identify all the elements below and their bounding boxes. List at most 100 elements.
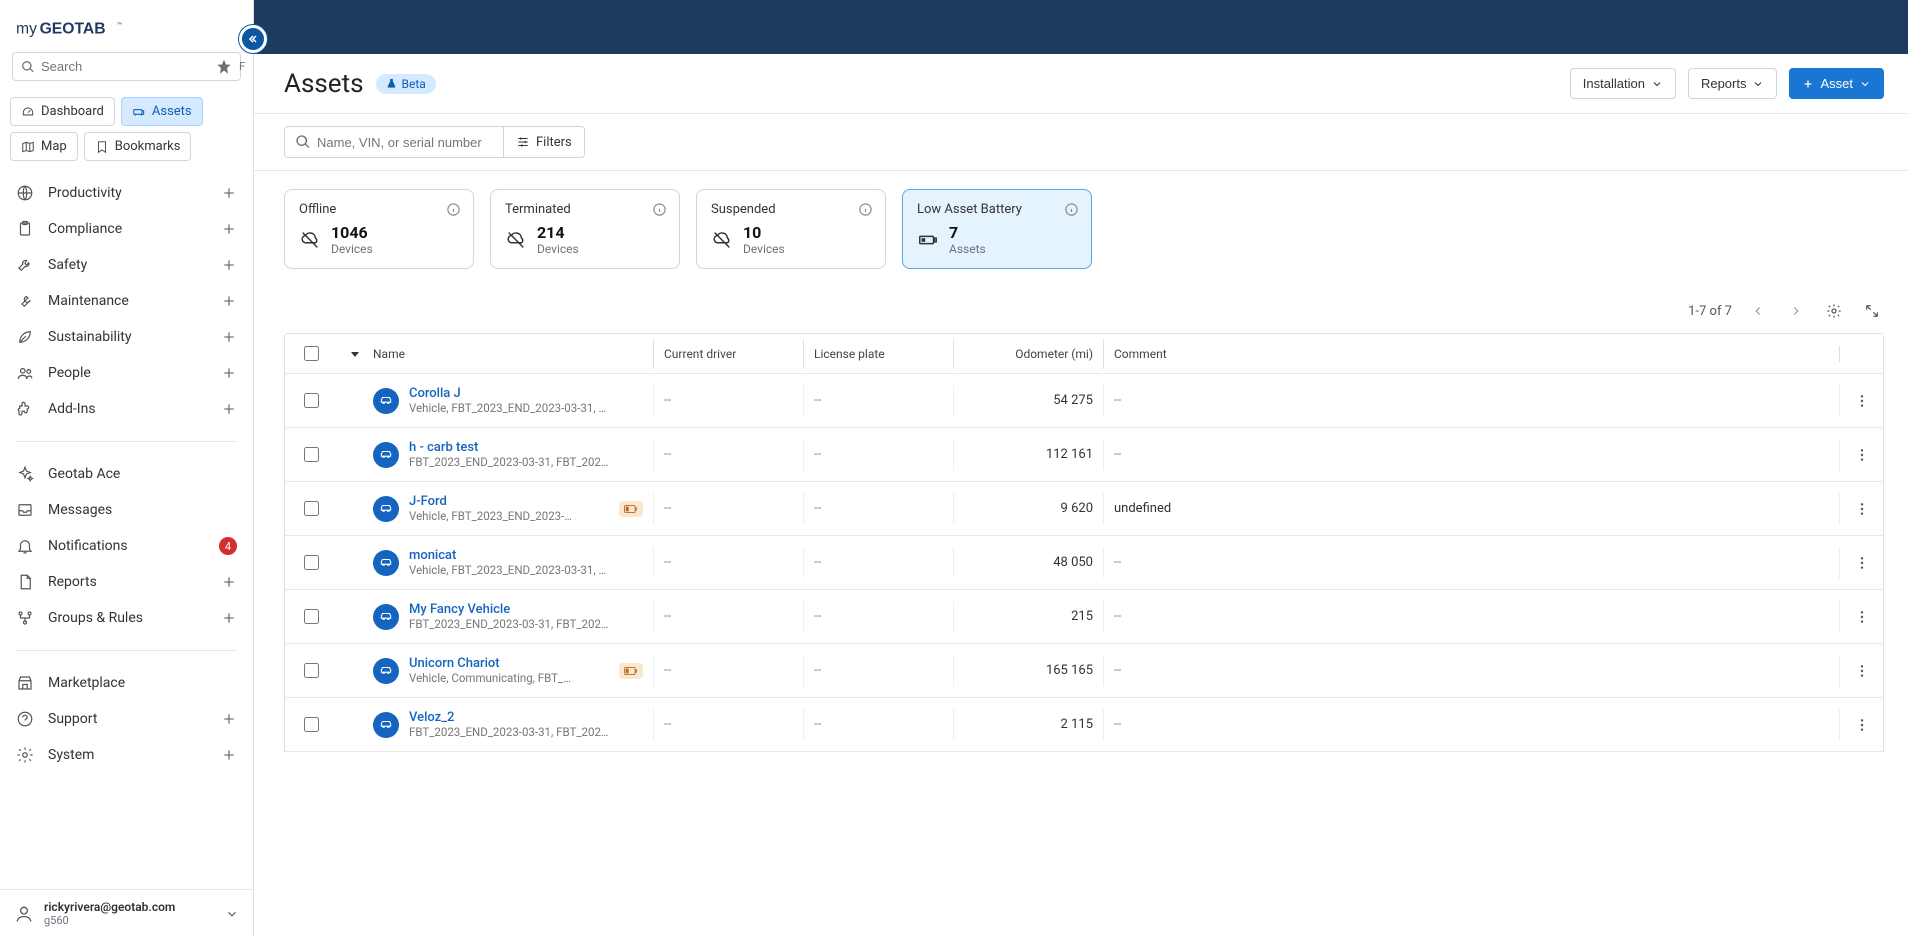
sidebar-item-messages[interactable]: Messages (0, 492, 253, 528)
assets-table: Name Current driver License plate Odomet… (284, 333, 1884, 752)
row-checkbox[interactable] (304, 663, 319, 678)
sidebar-item-sustainability[interactable]: Sustainability (0, 319, 253, 355)
plus-icon (221, 610, 237, 626)
sidebar-item-label: People (48, 365, 221, 381)
select-all-checkbox[interactable] (304, 346, 319, 361)
sidebar-item-system[interactable]: System (0, 737, 253, 773)
info-icon[interactable] (858, 202, 873, 217)
sidebar-item-add-ins[interactable]: Add-Ins (0, 391, 253, 427)
cell-odometer: 2 115 (1061, 717, 1093, 732)
asset-sub: Vehicle, FBT_2023_END_2023-… (409, 509, 605, 523)
asset-name-link[interactable]: My Fancy Vehicle (409, 602, 510, 617)
row-checkbox[interactable] (304, 609, 319, 624)
sidebar-collapse-button[interactable] (239, 25, 267, 53)
asset-name-link[interactable]: J-Ford (409, 494, 447, 509)
cell-odometer: 165 165 (1046, 663, 1093, 678)
table-row[interactable]: Veloz_2 FBT_2023_END_2023-03-31, FBT_202… (285, 698, 1884, 752)
sidebar-item-geotab-ace[interactable]: Geotab Ace (0, 456, 253, 492)
info-icon[interactable] (1064, 202, 1079, 217)
asset-name-link[interactable]: h - carb test (409, 440, 478, 455)
col-name-header[interactable]: Name (373, 347, 405, 361)
info-icon[interactable] (446, 202, 461, 217)
chevron-down-icon (225, 907, 239, 921)
user-info: rickyrivera@geotab.com g560 (44, 900, 215, 927)
col-odo-header[interactable]: Odometer (mi) (1015, 347, 1093, 361)
asset-name-link[interactable]: Corolla J (409, 386, 461, 401)
page-prev-button[interactable] (1746, 299, 1770, 323)
badge: 4 (219, 537, 237, 555)
row-checkbox[interactable] (304, 555, 319, 570)
asset-name-link[interactable]: Veloz_2 (409, 710, 454, 725)
sidebar-item-marketplace[interactable]: Marketplace (0, 665, 253, 701)
col-plate-header[interactable]: License plate (814, 347, 885, 361)
global-search-input[interactable] (41, 59, 217, 74)
sidebar-item-maintenance[interactable]: Maintenance (0, 283, 253, 319)
row-checkbox[interactable] (304, 501, 319, 516)
sidebar-item-label: Groups & Rules (48, 610, 221, 626)
expand-button[interactable] (1860, 299, 1884, 323)
tab-dashboard[interactable]: Dashboard (10, 97, 115, 126)
tab-assets[interactable]: Assets (121, 97, 203, 126)
tab-map[interactable]: Map (10, 132, 78, 161)
sidebar-item-label: Notifications (48, 538, 219, 554)
tab-label: Dashboard (41, 104, 104, 119)
row-actions-button[interactable] (1854, 501, 1870, 517)
asset-search-input[interactable] (317, 135, 493, 150)
table-row[interactable]: J-Ford Vehicle, FBT_2023_END_2023-… -- -… (285, 482, 1884, 536)
global-search[interactable]: F (12, 52, 241, 81)
asset-name-link[interactable]: monicat (409, 548, 456, 563)
sidebar-item-people[interactable]: People (0, 355, 253, 391)
info-icon[interactable] (652, 202, 667, 217)
row-checkbox[interactable] (304, 447, 319, 462)
sidebar-item-reports[interactable]: Reports (0, 564, 253, 600)
filters-button[interactable]: Filters (504, 127, 584, 157)
plus-icon (221, 257, 237, 273)
installation-dropdown[interactable]: Installation (1570, 68, 1676, 99)
col-driver-header[interactable]: Current driver (664, 347, 736, 361)
sidebar-item-notifications[interactable]: Notifications4 (0, 528, 253, 564)
row-checkbox[interactable] (304, 393, 319, 408)
tab-bookmarks[interactable]: Bookmarks (84, 132, 192, 161)
plus-icon (221, 747, 237, 763)
sidebar-item-label: System (48, 747, 221, 763)
stat-card-terminated[interactable]: Terminated 214 Devices (490, 189, 680, 269)
sidebar-item-groups-rules[interactable]: Groups & Rules (0, 600, 253, 636)
add-asset-button[interactable]: Asset (1789, 68, 1884, 99)
reports-dropdown[interactable]: Reports (1688, 68, 1778, 99)
table-row[interactable]: monicat Vehicle, FBT_2023_END_2023-03-31… (285, 536, 1884, 590)
row-actions-button[interactable] (1854, 447, 1870, 463)
asset-sub: FBT_2023_END_2023-03-31, FBT_202… (409, 617, 619, 631)
asset-search[interactable] (285, 127, 504, 157)
map-icon (21, 140, 35, 154)
gauge-icon (21, 105, 35, 119)
sidebar-item-compliance[interactable]: Compliance (0, 211, 253, 247)
col-comment-header[interactable]: Comment (1114, 347, 1167, 361)
sidebar-item-productivity[interactable]: Productivity (0, 175, 253, 211)
table-row[interactable]: My Fancy Vehicle FBT_2023_END_2023-03-31… (285, 590, 1884, 644)
asset-name-link[interactable]: Unicorn Chariot (409, 656, 500, 671)
page-next-button[interactable] (1784, 299, 1808, 323)
settings-button[interactable] (1822, 299, 1846, 323)
stat-card-offline[interactable]: Offline 1046 Devices (284, 189, 474, 269)
table-row[interactable]: h - carb test FBT_2023_END_2023-03-31, F… (285, 428, 1884, 482)
user-account-row[interactable]: rickyrivera@geotab.com g560 (0, 889, 253, 937)
row-actions-button[interactable] (1854, 609, 1870, 625)
row-actions-button[interactable] (1854, 393, 1870, 409)
table-row[interactable]: Corolla J Vehicle, FBT_2023_END_2023-03-… (285, 374, 1884, 428)
row-actions-button[interactable] (1854, 555, 1870, 571)
tab-label: Map (41, 139, 67, 154)
cell-odometer: 9 620 (1061, 501, 1093, 516)
stat-card-low-asset-battery[interactable]: Low Asset Battery 7 Assets (902, 189, 1092, 269)
row-actions-button[interactable] (1854, 663, 1870, 679)
row-actions-button[interactable] (1854, 717, 1870, 733)
sidebar-item-support[interactable]: Support (0, 701, 253, 737)
asset-sub: Vehicle, FBT_2023_END_2023-03-31, … (409, 401, 619, 415)
stat-value: 1046 (331, 223, 373, 242)
row-checkbox[interactable] (304, 717, 319, 732)
stat-card-suspended[interactable]: Suspended 10 Devices (696, 189, 886, 269)
sidebar-item-safety[interactable]: Safety (0, 247, 253, 283)
sort-indicator[interactable] (337, 340, 373, 368)
plus-icon (221, 221, 237, 237)
asset-type-icon (373, 388, 399, 414)
table-row[interactable]: Unicorn Chariot Vehicle, Communicating, … (285, 644, 1884, 698)
